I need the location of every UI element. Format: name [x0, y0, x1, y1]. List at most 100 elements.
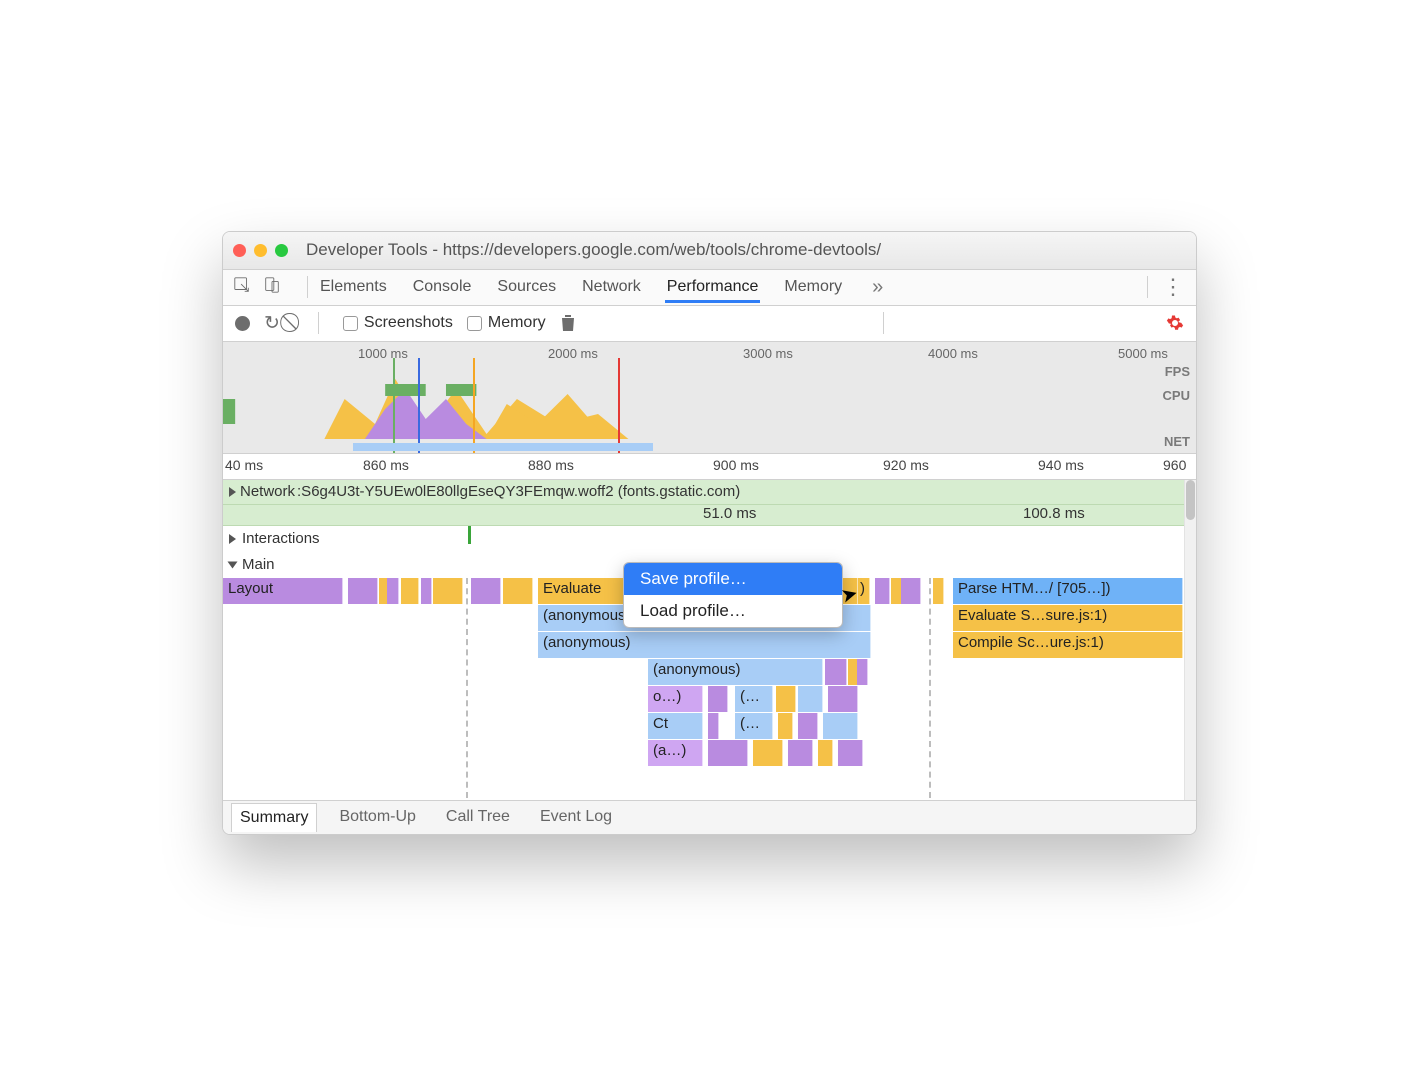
tab-network[interactable]: Network	[580, 272, 643, 302]
overview-tick: 2000 ms	[548, 346, 598, 361]
flame-entry-evaluate-script[interactable]: Evaluate S…sure.js:1)	[953, 605, 1183, 631]
flame-entry[interactable]	[433, 578, 463, 604]
interactions-label: Interactions	[242, 530, 320, 547]
ctx-load-profile[interactable]: Load profile…	[624, 595, 842, 627]
flame-entry-anonymous[interactable]: (anonymous)	[648, 659, 823, 685]
overview-marker	[618, 358, 620, 453]
ruler-tick: 920 ms	[883, 457, 929, 473]
reload-record-icon[interactable]: ↻	[264, 312, 280, 335]
tab-performance[interactable]: Performance	[665, 272, 761, 303]
separator	[318, 312, 319, 334]
network-label: Network	[240, 483, 295, 500]
garbage-collect-icon[interactable]	[560, 314, 576, 332]
interactions-track[interactable]: Interactions	[223, 526, 1196, 552]
vertical-scrollbar[interactable]	[1184, 480, 1196, 800]
flame-entry[interactable]	[818, 740, 833, 766]
flame-entry-anonymous[interactable]: (anonymous)	[538, 632, 871, 658]
flame-entry[interactable]: (…	[735, 686, 773, 712]
range-boundary	[466, 578, 468, 798]
flame-entry-compile-script[interactable]: Compile Sc…ure.js:1)	[953, 632, 1183, 658]
flame-entry[interactable]	[838, 740, 863, 766]
ruler-tick: 40 ms	[225, 457, 263, 473]
flame-entry[interactable]	[348, 578, 378, 604]
flame-entry[interactable]	[857, 659, 868, 685]
expand-icon[interactable]	[229, 487, 236, 497]
flame-entry[interactable]: )	[858, 578, 870, 604]
flame-entry[interactable]	[798, 686, 823, 712]
screenshots-checkbox[interactable]: Screenshots	[343, 314, 453, 332]
overview-marker	[418, 358, 420, 453]
flame-entry[interactable]	[708, 713, 719, 739]
separator	[307, 276, 308, 298]
flame-entry[interactable]	[421, 578, 432, 604]
network-track[interactable]: Network :S6g4U3t-Y5UEw0lE80llgEseQY3FEmq…	[223, 480, 1196, 504]
ruler-tick: 900 ms	[713, 457, 759, 473]
flame-entry[interactable]	[753, 740, 783, 766]
flame-entry[interactable]: o…)	[648, 686, 703, 712]
bottom-tab-bottomup[interactable]: Bottom-Up	[331, 803, 423, 831]
event-marker	[468, 526, 471, 544]
main-label: Main	[242, 556, 275, 573]
flame-entry[interactable]: (a…)	[648, 740, 703, 766]
flame-entry[interactable]	[933, 578, 944, 604]
overview-pane[interactable]: 1000 ms 2000 ms 3000 ms 4000 ms 5000 ms …	[223, 342, 1196, 454]
flame-entry[interactable]	[776, 686, 796, 712]
flame-entry-layout[interactable]: Layout	[223, 578, 343, 604]
flamechart-area[interactable]: Network :S6g4U3t-Y5UEw0lE80llgEseQY3FEmq…	[223, 480, 1196, 800]
scrollbar-thumb[interactable]	[1186, 480, 1195, 520]
capture-settings-gear-icon[interactable]	[1166, 314, 1184, 332]
frame-duration: 51.0 ms	[703, 505, 756, 522]
flame-entry[interactable]	[471, 578, 501, 604]
ctx-save-profile[interactable]: Save profile…	[624, 563, 842, 595]
flame-entry[interactable]	[503, 578, 533, 604]
frames-track[interactable]: 51.0 ms 100.8 ms	[223, 504, 1196, 526]
overview-marker	[393, 358, 395, 453]
close-window-icon[interactable]	[233, 244, 246, 257]
flame-entry[interactable]	[708, 686, 728, 712]
flame-entry[interactable]	[901, 578, 921, 604]
tab-memory[interactable]: Memory	[782, 272, 844, 302]
flame-entry[interactable]	[828, 686, 858, 712]
flame-entry[interactable]	[798, 713, 818, 739]
separator	[883, 312, 884, 334]
bottom-tab-eventlog[interactable]: Event Log	[532, 803, 620, 831]
flame-entry[interactable]: (…	[735, 713, 773, 739]
ruler-tick: 960	[1163, 457, 1186, 473]
memory-checkbox[interactable]: Memory	[467, 314, 546, 332]
bottom-tab-summary[interactable]: Summary	[231, 803, 317, 832]
record-button-icon[interactable]	[235, 316, 250, 331]
expand-icon[interactable]	[229, 534, 236, 544]
device-toolbar-icon[interactable]	[263, 276, 281, 299]
maximize-window-icon[interactable]	[275, 244, 288, 257]
panel-tabbar: Elements Console Sources Network Perform…	[223, 270, 1196, 306]
flame-entry[interactable]	[778, 713, 793, 739]
tab-sources[interactable]: Sources	[495, 272, 558, 302]
flame-entry[interactable]	[825, 659, 847, 685]
tabs-overflow-icon[interactable]: »	[866, 276, 889, 299]
flame-entry[interactable]	[823, 713, 858, 739]
bottom-tab-calltree[interactable]: Call Tree	[438, 803, 518, 831]
timeline-ruler[interactable]: 40 ms 860 ms 880 ms 900 ms 920 ms 940 ms…	[223, 454, 1196, 480]
frame-duration: 100.8 ms	[1023, 505, 1085, 522]
ruler-tick: 880 ms	[528, 457, 574, 473]
flame-entry[interactable]	[401, 578, 419, 604]
minimize-window-icon[interactable]	[254, 244, 267, 257]
overview-tick: 3000 ms	[743, 346, 793, 361]
overview-tick: 1000 ms	[358, 346, 408, 361]
tab-console[interactable]: Console	[411, 272, 474, 302]
network-request: :S6g4U3t-Y5UEw0lE80llgEseQY3FEmqw.woff2 …	[297, 483, 740, 500]
ruler-tick: 860 ms	[363, 457, 409, 473]
flame-entry-parse-html[interactable]: Parse HTM…/ [705…])	[953, 578, 1183, 604]
overview-net-bar	[353, 443, 653, 451]
collapse-icon[interactable]	[228, 561, 238, 568]
separator	[848, 312, 849, 334]
flame-entry[interactable]: Ct	[648, 713, 703, 739]
inspect-element-icon[interactable]	[233, 276, 251, 299]
tab-elements[interactable]: Elements	[318, 272, 389, 302]
flame-entry[interactable]	[387, 578, 399, 604]
range-boundary	[929, 578, 931, 798]
flame-entry[interactable]	[708, 740, 748, 766]
settings-menu-icon[interactable]: ⋮	[1158, 274, 1186, 300]
flame-entry[interactable]	[788, 740, 813, 766]
flame-entry[interactable]	[875, 578, 890, 604]
